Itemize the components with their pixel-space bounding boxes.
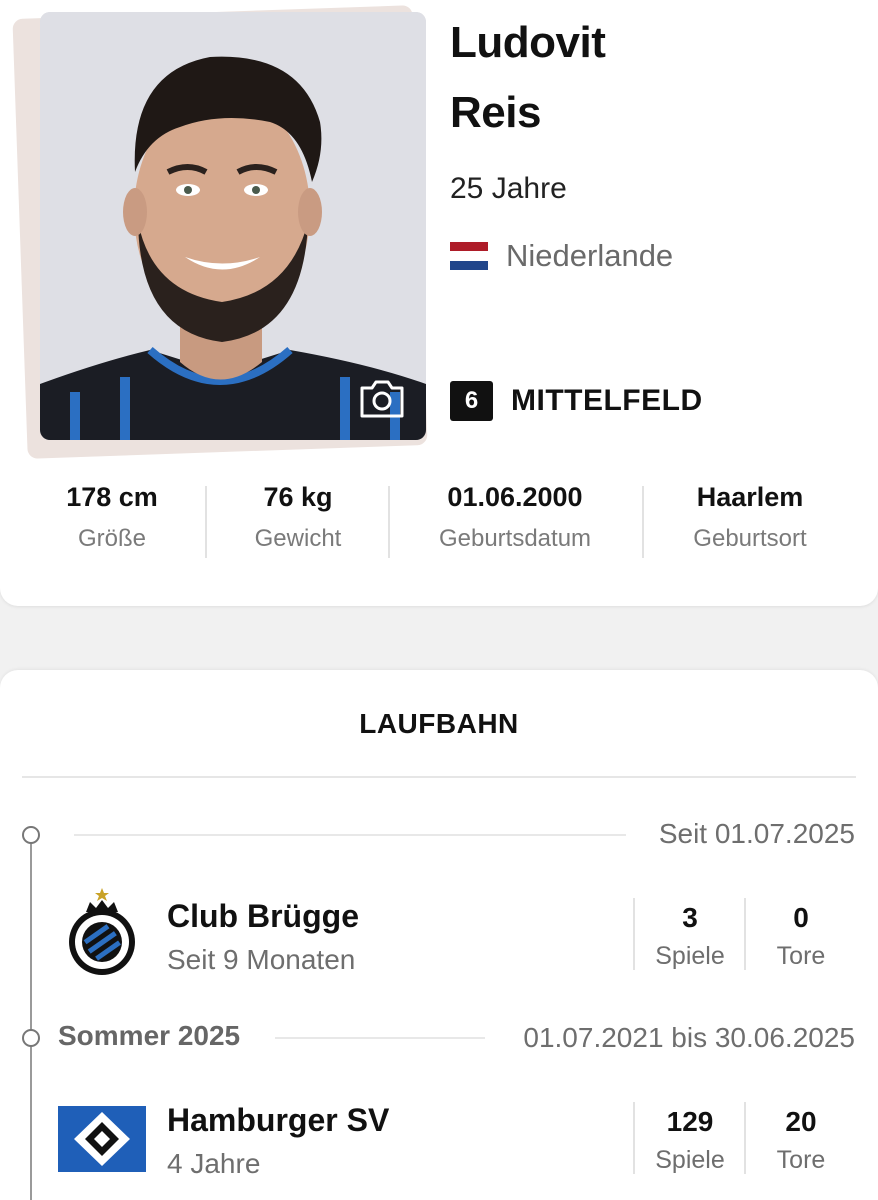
player-last-name: Reis xyxy=(450,88,541,137)
club-goals: 20 Tore xyxy=(746,1102,856,1175)
timeline-rule xyxy=(74,834,626,836)
club-goals: 0 Tore xyxy=(746,898,856,971)
stat-height-label: Größe xyxy=(77,525,146,552)
stat-birthdate: 01.06.2000 Geburtsdatum xyxy=(410,482,620,553)
stat-height-value: 178 cm xyxy=(66,482,158,512)
stat-birthdate-value: 01.06.2000 xyxy=(447,482,583,512)
career-period: 01.07.2021 bis 30.06.2025 xyxy=(523,1022,855,1053)
netherlands-flag-icon xyxy=(450,242,488,270)
position-row: 6 MITTELFELD xyxy=(450,381,703,421)
player-stats-row: 178 cm Größe 76 kg Gewicht 01.06.2000 Ge… xyxy=(0,482,878,560)
stat-weight-label: Gewicht xyxy=(254,525,342,552)
timeline-rule xyxy=(275,1037,485,1039)
career-period: Seit 01.07.2025 xyxy=(658,818,855,849)
stat-divider xyxy=(388,486,390,558)
club-bruegge-logo-icon xyxy=(69,888,135,975)
player-photo[interactable] xyxy=(40,12,426,440)
profile-card: Ludovit Reis 25 Jahre Niederlande 6 MITT… xyxy=(0,0,878,606)
stat-birthdate-label: Geburtsdatum xyxy=(438,525,592,552)
career-section-title: LAUFBAHN xyxy=(359,708,519,739)
club-games-value: 3 xyxy=(682,902,698,933)
player-photo-stack[interactable] xyxy=(12,4,430,459)
stat-height: 178 cm Größe xyxy=(42,482,182,553)
flag-stripe-red xyxy=(450,242,488,252)
club-tenure: 4 Jahre xyxy=(167,1148,261,1179)
timeline-node xyxy=(22,1029,40,1047)
club-goals-label: Tore xyxy=(776,1146,826,1174)
camera-icon[interactable] xyxy=(358,376,406,420)
nationality-row: Niederlande xyxy=(450,238,673,274)
stat-divider xyxy=(642,486,644,558)
transfer-season: Sommer 2025 xyxy=(58,1020,241,1051)
flag-stripe-white xyxy=(450,251,488,261)
stat-birthplace: Haarlem Geburtsort xyxy=(665,482,835,553)
stat-birthplace-label: Geburtsort xyxy=(693,525,807,552)
player-age: 25 Jahre xyxy=(450,172,567,205)
club-name: Hamburger SV xyxy=(167,1102,390,1138)
player-first-name: Ludovit xyxy=(450,18,606,67)
player-profile-page: Ludovit Reis 25 Jahre Niederlande 6 MITT… xyxy=(0,0,878,1200)
club-games-label: Spiele xyxy=(655,1146,725,1174)
nationality-label: Niederlande xyxy=(506,238,674,273)
stat-birthplace-value: Haarlem xyxy=(696,482,804,512)
career-entry-club-bruegge[interactable]: Club Brügge Seit 9 Monaten 3 Spiele 0 To… xyxy=(0,888,878,982)
career-title-divider xyxy=(22,776,856,778)
club-goals-label: Tore xyxy=(776,942,826,970)
club-tenure: Seit 9 Monaten xyxy=(167,944,356,975)
stat-weight: 76 kg Gewicht xyxy=(228,482,368,553)
flag-stripe-blue xyxy=(450,260,488,270)
club-games: 3 Spiele xyxy=(635,898,745,971)
club-games-value: 129 xyxy=(666,1106,714,1137)
position-label: MITTELFELD xyxy=(511,384,703,417)
stat-divider xyxy=(205,486,207,558)
club-name: Club Brügge xyxy=(167,898,359,934)
club-goals-value: 20 xyxy=(785,1106,817,1137)
stat-weight-value: 76 kg xyxy=(263,482,333,512)
club-goals-value: 0 xyxy=(793,902,809,933)
club-games: 129 Spiele xyxy=(635,1102,745,1175)
career-card: LAUFBAHN Seit 01.07.2025 Club Brügge Sei… xyxy=(0,670,878,1200)
timeline-node xyxy=(22,826,40,844)
career-entry-hamburger-sv[interactable]: Hamburger SV 4 Jahre 129 Spiele 20 Tore xyxy=(0,1102,878,1186)
hamburger-sv-logo-icon xyxy=(58,1106,146,1172)
shirt-number-badge: 6 xyxy=(450,381,493,421)
club-games-label: Spiele xyxy=(655,942,725,970)
